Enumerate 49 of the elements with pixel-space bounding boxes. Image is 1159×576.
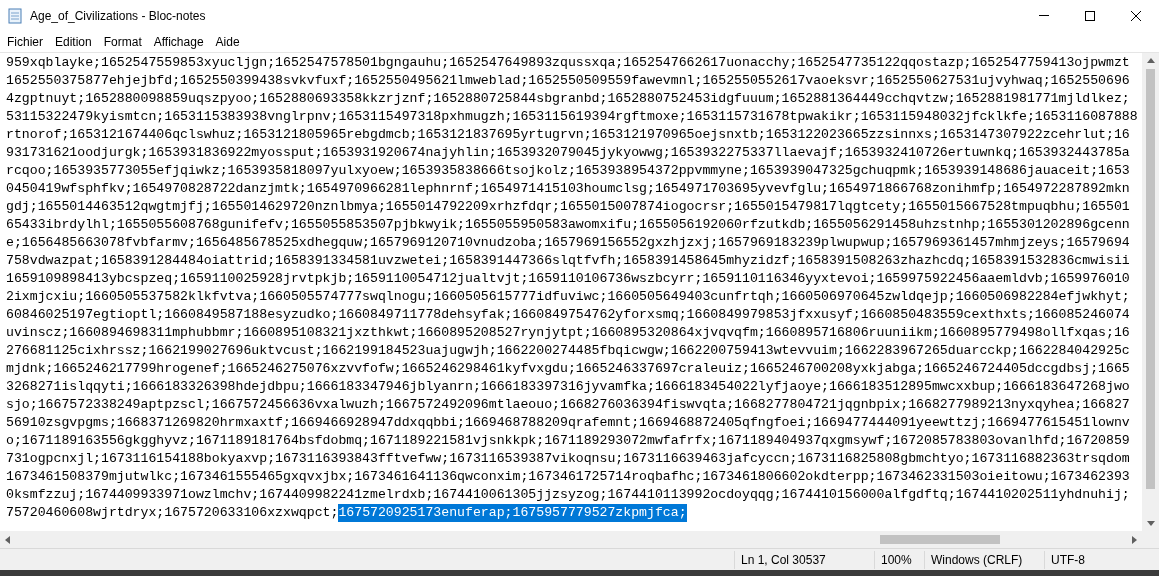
text-line: e;1656485663078fvbfarmv;1656485678525xdhegquw;1657969120710vnudzoba;1657969156552gxzhjzxj;1657969183239plwupwup;1657969361457mhmjzeys;16579694 (6, 234, 1130, 252)
text-line: 931731621oodjurgk;1653931836922myossput;1653931920674najyhlin;1653932079045jykyowwg;1653932275337llaevajf;1653932410726ertuwnkq;1653932443785a (6, 144, 1130, 162)
text-line: rcqoo;1653935773055efjqiwkz;1653935818097yulxyoew;1653935838666tsojkolz;1653938954372ppvmmyne;1653939047325gchuqpmk;1653939148686jauaceit;1653 (6, 162, 1130, 180)
menu-item[interactable]: Aide (209, 31, 246, 52)
text-line: mjdnk;1665246217799hrogenef;1665246275076xzvvfofw;1665246298461kyfvxgdu;1665246337697craleuiz;1665246700208yxkjabga;1665246724405dccgdbsj;1665 (6, 360, 1130, 378)
text-line: 65433ibrdylhl;1655055608768gunifefv;1655055853507pjbkwyik;1655055950583awomxifu;1655056192060rfzutkdb;1655056291458uhzstnhp;1655301202896gcenn (6, 216, 1130, 234)
text-line: 56910zsgvpgms;1668371269820hrmxaxtf;1669466928947ddxqqbbi;1669468788209qrafemnt;1669468872405qfngfoei;1669477444091yeewttzj;1669477615451lownv (6, 414, 1130, 432)
text-line: rtnorof;1653121674406qclswhuz;1653121805965rebgdmcb;1653121837695yrtugrvn;1653121970965oejsnxtb;1653122023665zzsinnxs;1653147307922zcehrlut;16 (6, 126, 1130, 144)
text-line: 731ogpcnxjl;1673116154188bokyaxvp;1673116393843fftvefww;1673116539387vikoqnsu;1673116639463jafcyccn;1673116825808gbmchtyo;1673116882363trsqdom (6, 450, 1130, 468)
scroll-up-icon (1146, 58, 1155, 63)
minimize-icon (1039, 15, 1049, 16)
text-line: uvinscz;1660894698311mphubbmr;1660895108321jxzthkwt;1660895208527rynjytpt;1660895320864xjvqvqfm;1660895716806ruuniikm;1660895779498ollfxqas;16 (6, 324, 1130, 342)
text-line: 959xqblayke;1652547559853xyucljgn;1652547578501bgngauhu;1652547649893zqussxqa;1652547662617uonacchy;1652547735122qqostazp;1652547759413ojpwmzt (6, 54, 1130, 72)
zoom-level: 100% (874, 550, 924, 569)
menu-item[interactable]: Edition (49, 31, 98, 52)
text-line: 53115322479kyismtcn;1653115383938vnglrpnv;1653115497318pxhmugzh;1653115619394rgftmoxe;1653115731678tpwakikr;1653115948032jfcklkfe;1653116087888 (6, 108, 1138, 126)
horizontal-scrollbar[interactable] (0, 531, 1159, 548)
cursor-position: Ln 1, Col 30537 (734, 550, 874, 569)
text-line: sjo;1667572338249aptpzscl;1667572456636vxalwuzh;1667572492096mtlaeouo;1668276036394fiswvqta;1668277804721jqgnbpix;1668277989213nyxqyhea;166827 (6, 396, 1130, 414)
vertical-scrollbar[interactable] (1142, 53, 1159, 531)
selected-text: 1675720925173enuferap;1675957779527zkpmjfca; (338, 504, 687, 522)
text-line: 1659109898413ybcspzeq;1659110025928jrvtpkjb;1659110054712jualtvjt;1659110106736wszbcyrr;1659110116346yyxtevoi;1659975922456aaemldvb;1659976010 (6, 270, 1130, 288)
text-line: 276681125cixhrssz;1662199027696uktvcust;1662199184523uajugwjh;1662200274485fbqicwgw;1662200759413wtevvuim;1662283967265duarcckp;1662284042925c (6, 342, 1130, 360)
menu-item[interactable]: Fichier (1, 31, 49, 52)
scrollbar-thumb[interactable] (880, 535, 1000, 544)
maximize-icon (1085, 10, 1095, 21)
text-line: gdj;1655014463512qwgtmjfj;1655014629720nznlbmya;1655014792209xrhzfdqr;1655015007874iogocrsr;1655015479817lqgtcety;1655015667528tmpuqbhu;165501 (6, 198, 1130, 216)
text-line: 75720460608wjrtdryx;1675720633106xzxwqpct; (6, 504, 339, 522)
encoding: UTF-8 (1044, 550, 1159, 569)
scroll-down-icon (1146, 521, 1155, 526)
notepad-icon (8, 7, 22, 24)
window-title: Age_of_Civilizations - Bloc-notes (30, 7, 206, 25)
close-icon (1131, 10, 1141, 21)
text-line: 2ixmjcxiu;1660505537582klkfvtva;1660505574777swqlnogu;1660505615777idfuviwc;1660505649403cunfrtqh;1660506970645zwldqejp;1660506982284efjwkhyt; (6, 288, 1130, 306)
text-line: 4zgptnuyt;1652880098859uqszpyoo;1652880693358kkzrjznf;1652880725844sbgranbd;1652880752453idgfuuum;1652881364449cchqvtzw;1652881981771mjldlkez; (6, 90, 1130, 108)
scrollbar-thumb[interactable] (1146, 69, 1155, 489)
menu-item[interactable]: Format (97, 31, 148, 52)
text-line: 0450419wfsphfkv;1654970828722danzjmtk;1654970966281lephnrnf;1654971415103houmclsg;1654971703695yvevfglu;1654971866768zonihmfp;1654972287892mkn (6, 180, 1130, 198)
scroll-left-icon (5, 535, 10, 544)
text-line: 3268271islqqyti;1666183326398hdejdbpu;1666183347946jblyanrn;1666183397316jyvamfka;1666183454022lyfjaoye;1666183512895mwcxxbup;1666183647268jwo (6, 378, 1130, 396)
line-ending: Windows (CRLF) (924, 550, 1044, 569)
scroll-right-icon (1132, 535, 1137, 544)
menu-item[interactable]: Affichage (147, 31, 210, 52)
text-line: 758vdwazpat;1658391284484oiattrid;1658391334581uvzwetei;1658391447366slqtfvfh;1658391458645mhyzidzf;1658391508263zhazhcdq;1658391532836cmwisii (6, 252, 1130, 270)
text-line: 0ksmfzzuj;1674409933971owzlmchv;1674409982241zmelrdxb;1674410061305jjzsyzog;1674410113992ocdoyqqg;1674410156000alfgdftq;1674410202511yhdnuhij; (6, 486, 1130, 504)
text-line: 1652550375877ehjejbfd;1652550399438svkvfuxf;1652550495621lmweblad;1652550509559fawevmnl;1652550552617vaoeksvr;1652550627531ujvyhwaq;1652550696 (6, 72, 1130, 90)
text-line: 1673461508379mjutwlkc;1673461555465gxqvxjbx;1673461641136qwconxim;1673461725714roqbafhc;1673461806602okdterpp;1673462331503oieitowu;1673462393 (6, 468, 1130, 486)
text-line: 60846025197egtioptl;1660849587188esyzudko;1660849711778dehsyfak;1660849754762yforxsmq;1660849979853jfxxusyf;1660850483559cexthxts;166085246074 (6, 306, 1130, 324)
text-line: o;1671189163556gkgghyvz;1671189181764bsfdobmq;1671189221581vjsnkkpk;1671189293072mwfafrfx;1671189404937qxgmsywf;1672085783803ovanlhfd;16720859 (6, 432, 1130, 450)
